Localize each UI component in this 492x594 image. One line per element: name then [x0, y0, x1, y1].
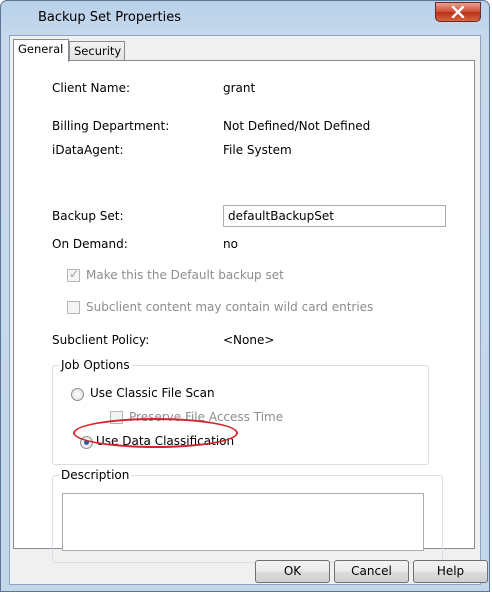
- title-bar[interactable]: Backup Set Properties: [1, 1, 489, 35]
- job-options-title: Job Options: [59, 358, 132, 372]
- annotation-highlight-ellipse: [73, 418, 238, 448]
- on-demand-value: no: [223, 237, 238, 251]
- general-panel: Client Name: grant Billing Department: N…: [13, 60, 475, 563]
- dialog-content: General Security Client Name: grant Bill…: [9, 35, 488, 585]
- tab-security[interactable]: Security: [69, 41, 125, 61]
- billing-department-value: Not Defined/Not Defined: [223, 119, 371, 133]
- cancel-button[interactable]: Cancel: [334, 560, 409, 583]
- checkmark-icon: ✓: [69, 267, 80, 281]
- client-name-value: grant: [223, 81, 256, 95]
- billing-department-label: Billing Department:: [52, 119, 170, 133]
- on-demand-label: On Demand:: [52, 237, 128, 251]
- close-button[interactable]: [435, 2, 481, 22]
- tab-general[interactable]: General: [13, 39, 69, 62]
- backup-set-label: Backup Set:: [52, 209, 124, 223]
- default-backup-set-checkbox[interactable]: ✓: [67, 267, 80, 282]
- close-icon: [451, 6, 465, 18]
- tab-security-label: Security: [74, 44, 122, 58]
- window-title: Backup Set Properties: [38, 10, 181, 25]
- idataagent-label: iDataAgent:: [52, 143, 124, 157]
- backup-set-input[interactable]: defaultBackupSet: [223, 205, 446, 227]
- help-button[interactable]: Help: [413, 560, 488, 583]
- ok-button[interactable]: OK: [255, 560, 330, 583]
- tab-general-label: General: [18, 42, 64, 56]
- description-textarea[interactable]: [62, 493, 424, 551]
- client-name-label: Client Name:: [52, 81, 130, 95]
- wild-card-checkbox[interactable]: [67, 301, 80, 314]
- classic-scan-label: Use Classic File Scan: [90, 386, 215, 400]
- default-backup-set-label: Make this the Default backup set: [86, 268, 284, 282]
- subclient-policy-value: <None>: [223, 333, 275, 347]
- subclient-policy-label: Subclient Policy:: [52, 333, 150, 347]
- idataagent-value: File System: [223, 143, 292, 157]
- dialog-window: Backup Set Properties General Security C…: [0, 0, 490, 592]
- classic-scan-radio[interactable]: [71, 388, 84, 401]
- description-group: Description: [52, 468, 443, 563]
- description-title: Description: [59, 468, 132, 482]
- wild-card-label: Subclient content may contain wild card …: [86, 300, 374, 314]
